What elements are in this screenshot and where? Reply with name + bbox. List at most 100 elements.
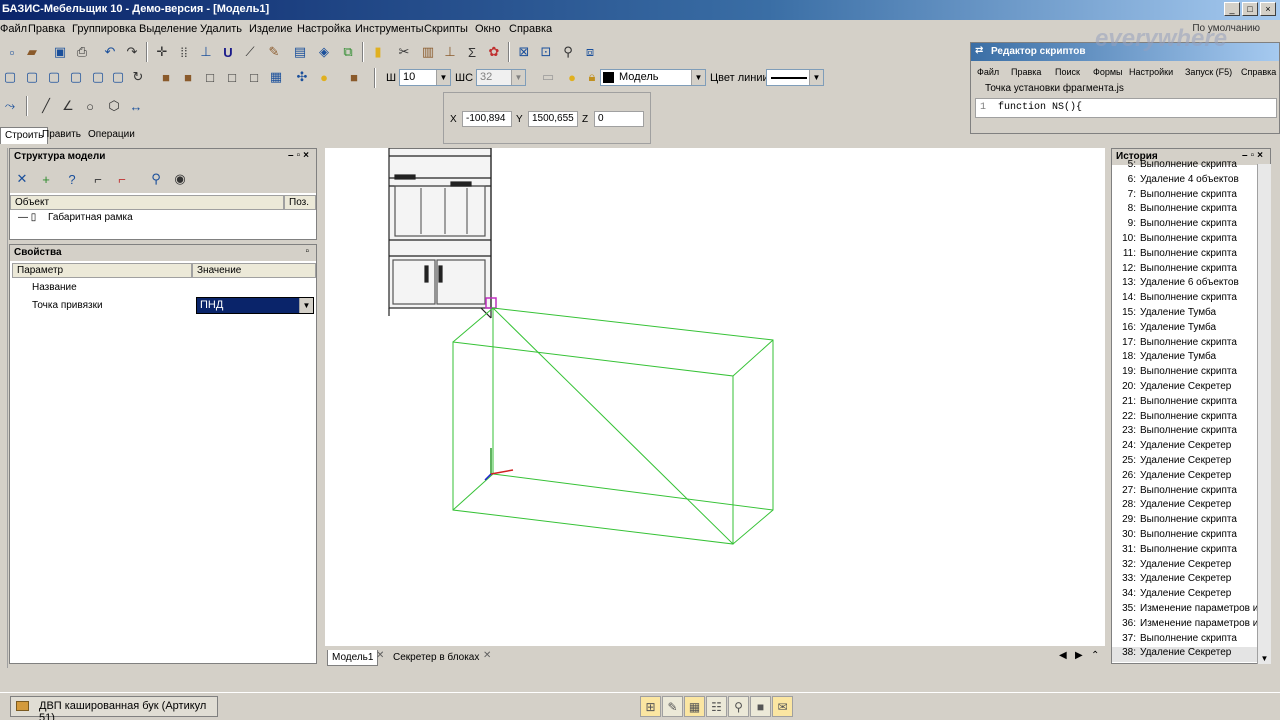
polygon-icon[interactable]: ⬡ xyxy=(104,96,124,116)
view-left-icon[interactable]: ▢ xyxy=(44,67,64,87)
minimize-button[interactable]: _ xyxy=(1224,2,1240,16)
lock-icon[interactable]: 🔒︎ xyxy=(582,67,602,87)
cursor-icon[interactable]: ⤳ xyxy=(0,96,20,116)
tab-scroll-right-icon[interactable]: ▶ xyxy=(1075,650,1083,661)
note-icon[interactable]: ▮ xyxy=(368,42,388,62)
history-item[interactable]: 30: Выполнение скрипта xyxy=(1112,529,1270,544)
maximize-button[interactable]: □ xyxy=(1242,2,1258,16)
col-value[interactable]: Значение xyxy=(192,263,316,278)
grid-icon[interactable]: ⁞⁞ xyxy=(174,42,194,62)
history-item[interactable]: 6: Удаление 4 объектов xyxy=(1112,174,1270,189)
zoom-icon[interactable]: ⚲ xyxy=(558,42,578,62)
menu-grouping[interactable]: Группировка xyxy=(72,23,136,35)
texture-icon[interactable]: ▦ xyxy=(266,67,286,87)
circle-icon[interactable]: ○ xyxy=(80,96,100,116)
history-item[interactable]: 36: Изменение параметров изде xyxy=(1112,618,1270,633)
undo-icon[interactable]: ↶ xyxy=(100,42,120,62)
find-icon[interactable]: ⚲ xyxy=(146,169,166,189)
menu-selection[interactable]: Выделение xyxy=(139,23,197,35)
history-item[interactable]: 17: Выполнение скрипта xyxy=(1112,337,1270,352)
history-scrollbar[interactable]: ▼ xyxy=(1257,164,1271,664)
snap-grid-icon[interactable]: ▦ xyxy=(684,696,705,717)
visibility-bulb-icon[interactable]: ● xyxy=(562,67,582,87)
eye-icon[interactable]: ◉ xyxy=(170,169,190,189)
history-item[interactable]: 9: Выполнение скрипта xyxy=(1112,218,1270,233)
panel-icon[interactable]: ▥ xyxy=(418,42,438,62)
close-button[interactable]: × xyxy=(1260,2,1276,16)
render-icon[interactable]: ⧉ xyxy=(338,42,358,62)
panel-controls-icon[interactable]: –▫× xyxy=(288,150,312,161)
snap-icon[interactable]: ✛ xyxy=(152,42,172,62)
history-item[interactable]: 38: Удаление Секретер xyxy=(1112,647,1270,663)
lamp-icon[interactable]: ● xyxy=(314,67,334,87)
history-item[interactable]: 35: Изменение параметров изде xyxy=(1112,603,1270,618)
stamp-icon[interactable]: ⊥ xyxy=(440,42,460,62)
history-item[interactable]: 34: Удаление Секретер xyxy=(1112,588,1270,603)
palette-icon[interactable]: ✿ xyxy=(484,42,504,62)
history-item[interactable]: 16: Удаление Тумба xyxy=(1112,322,1270,337)
3d-viewport[interactable] xyxy=(325,147,1105,646)
save-icon[interactable]: ▣ xyxy=(50,42,70,62)
line-step-combo[interactable]: 32 ▼ xyxy=(476,69,526,86)
ortho-icon[interactable]: ⊥ xyxy=(196,42,216,62)
hidden-line-icon[interactable]: □ xyxy=(200,67,220,87)
snap-zoom-icon[interactable]: ⚲ xyxy=(728,696,749,717)
history-item[interactable]: 15: Удаление Тумба xyxy=(1112,307,1270,322)
remove-icon[interactable]: ⌐ xyxy=(112,169,132,189)
shaded-edges-icon[interactable]: ■ xyxy=(178,67,198,87)
connect-icon[interactable]: ⌐ xyxy=(88,169,108,189)
history-item[interactable]: 13: Удаление 6 объектов xyxy=(1112,277,1270,292)
history-item[interactable]: 19: Выполнение скрипта xyxy=(1112,366,1270,381)
menu-window[interactable]: Окно xyxy=(475,23,501,35)
col-parameter[interactable]: Параметр xyxy=(12,263,192,278)
se-menu-file[interactable]: Файл xyxy=(977,67,999,77)
line-icon[interactable]: ╱ xyxy=(36,96,56,116)
z-coordinate-field[interactable]: 0 xyxy=(594,111,644,127)
redo-icon[interactable]: ↷ xyxy=(122,42,142,62)
snap-tree-icon[interactable]: ⊞ xyxy=(640,696,661,717)
anchor-point-select[interactable]: ПНД ▼ xyxy=(196,297,314,314)
zoom-extents-icon[interactable]: ⊠ xyxy=(514,42,534,62)
tab-operations[interactable]: Операции xyxy=(84,127,139,144)
x-coordinate-field[interactable]: -100,894 xyxy=(462,111,512,127)
menu-scripts[interactable]: Скрипты xyxy=(424,23,468,35)
history-item[interactable]: 22: Выполнение скрипта xyxy=(1112,411,1270,426)
material-icon[interactable]: ■ xyxy=(344,67,364,87)
material-indicator[interactable]: ДВП кашированная бук (Артикул 51) xyxy=(10,696,218,720)
snap-edit-icon[interactable]: ✎ xyxy=(662,696,683,717)
transparent-icon[interactable]: □ xyxy=(244,67,264,87)
view-front-icon[interactable]: ▢ xyxy=(0,67,20,87)
history-item[interactable]: 8: Выполнение скрипта xyxy=(1112,203,1270,218)
line-width-combo[interactable]: 10 ▼ xyxy=(399,69,451,86)
menu-product[interactable]: Изделие xyxy=(249,23,293,35)
light-source-icon[interactable]: ✣ xyxy=(292,67,312,87)
shaded-icon[interactable]: ■ xyxy=(156,67,176,87)
tab-scroll-left-icon[interactable]: ◀ xyxy=(1059,650,1067,661)
tab-edit[interactable]: Править xyxy=(38,127,85,144)
new-icon[interactable]: ▫ xyxy=(2,42,22,62)
pan-icon[interactable]: ⧈ xyxy=(580,42,600,62)
help-icon[interactable]: ? xyxy=(62,169,82,189)
menu-edit[interactable]: Правка xyxy=(28,23,65,35)
layer-combo[interactable]: Модель ▼ xyxy=(600,69,706,86)
menu-help[interactable]: Справка xyxy=(509,23,552,35)
history-item[interactable]: 20: Удаление Секретер xyxy=(1112,381,1270,396)
menu-settings[interactable]: Настройка xyxy=(297,23,351,35)
history-item[interactable]: 25: Удаление Секретер xyxy=(1112,455,1270,470)
se-menu-edit[interactable]: Правка xyxy=(1011,67,1041,77)
view-iso-icon[interactable]: ▢ xyxy=(108,67,128,87)
doc-tab-secretary[interactable]: Секретер в блоках xyxy=(389,650,483,665)
measure-icon[interactable]: ⟋ xyxy=(240,42,260,62)
sum-icon[interactable]: Σ xyxy=(462,42,482,62)
view-cube-icon[interactable]: ◈ xyxy=(314,42,334,62)
snap-list-icon[interactable]: ☷ xyxy=(706,696,727,717)
view-top-icon[interactable]: ▢ xyxy=(88,67,108,87)
print-icon[interactable]: ⎙ xyxy=(72,42,92,62)
y-coordinate-field[interactable]: 1500,655 xyxy=(528,111,578,127)
layers-icon[interactable]: ▤ xyxy=(290,42,310,62)
history-item[interactable]: 7: Выполнение скрипта xyxy=(1112,189,1270,204)
dimension-icon[interactable]: ↔ xyxy=(126,96,146,116)
magnet-icon[interactable]: U xyxy=(218,42,238,62)
history-item[interactable]: 33: Удаление Секретер xyxy=(1112,573,1270,588)
se-menu-search[interactable]: Поиск xyxy=(1055,67,1080,77)
